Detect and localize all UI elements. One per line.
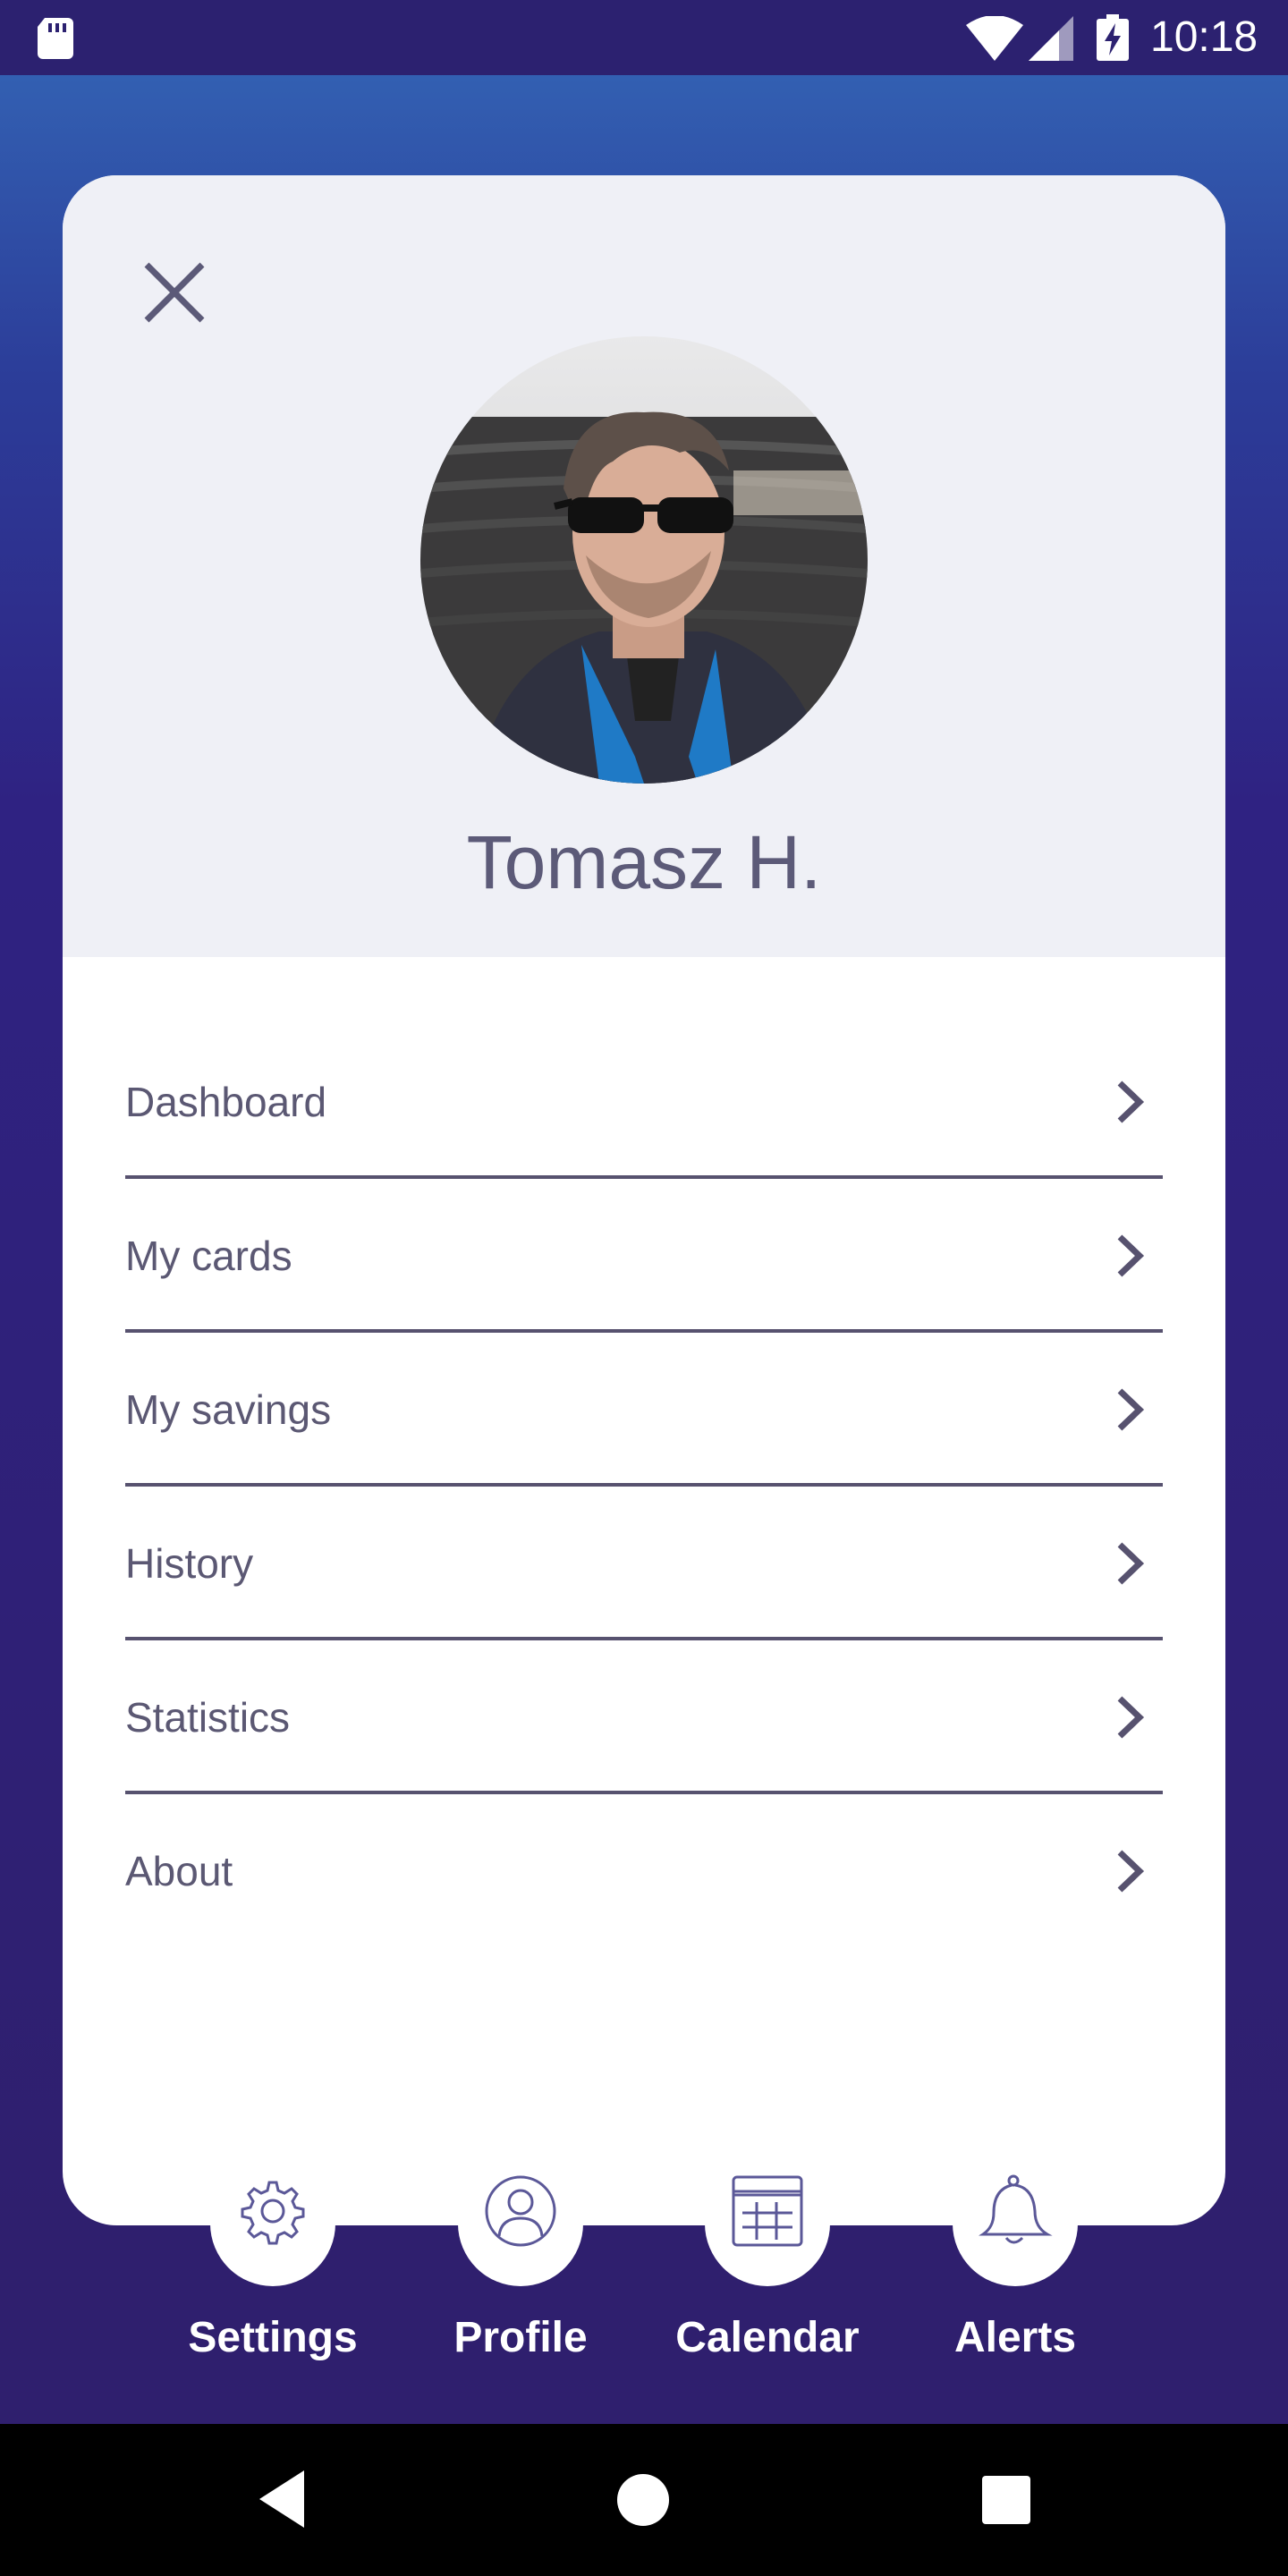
chevron-right-icon [1117, 1234, 1145, 1277]
menu-item-statistics[interactable]: Statistics [125, 1640, 1163, 1794]
calendar-icon [732, 2175, 803, 2247]
close-icon [144, 262, 205, 323]
menu-item-my-savings[interactable]: My savings [125, 1333, 1163, 1487]
chevron-right-icon [1117, 1696, 1145, 1739]
menu-item-history[interactable]: History [125, 1487, 1163, 1640]
system-nav-bar [0, 2424, 1288, 2576]
menu-item-label: My cards [125, 1233, 292, 1279]
nav-settings[interactable]: Settings [157, 2181, 389, 2397]
nav-icon-circle [953, 2174, 1078, 2286]
nav-label: Calendar [675, 2314, 860, 2361]
menu-item-label: About [125, 1848, 233, 1894]
chevron-right-icon [1117, 1542, 1145, 1585]
gear-icon [241, 2181, 305, 2245]
back-icon[interactable] [259, 2470, 304, 2528]
user-name: Tomasz H. [466, 820, 822, 904]
menu-item-about[interactable]: About [125, 1794, 1163, 1948]
user-icon [485, 2175, 556, 2247]
signal-icon [1029, 16, 1073, 61]
menu-item-label: Dashboard [125, 1079, 327, 1125]
close-button[interactable] [134, 252, 215, 333]
nav-icon-circle [458, 2175, 583, 2286]
battery-charging-icon [1097, 14, 1129, 61]
sd-card-icon [38, 18, 73, 59]
nav-label: Profile [453, 2314, 588, 2361]
nav-icon-circle [210, 2181, 335, 2286]
status-time: 10:18 [1150, 13, 1258, 61]
wifi-icon [966, 16, 1023, 61]
menu-item-label: History [125, 1540, 254, 1587]
nav-label: Alerts [953, 2314, 1077, 2361]
avatar[interactable] [420, 336, 868, 784]
drawer-card: Tomasz H. Dashboard My cards My savings … [63, 175, 1225, 2225]
nav-profile[interactable]: Profile [404, 2175, 637, 2397]
chevron-right-icon [1117, 1850, 1145, 1893]
home-icon[interactable] [617, 2474, 669, 2526]
menu-item-label: Statistics [125, 1694, 291, 1741]
bell-icon [979, 2174, 1053, 2244]
nav-alerts[interactable]: Alerts [899, 2174, 1131, 2397]
recents-icon[interactable] [982, 2476, 1030, 2524]
nav-icon-circle [705, 2175, 830, 2286]
chevron-right-icon [1117, 1388, 1145, 1431]
menu-item-label: My savings [125, 1386, 332, 1433]
nav-calendar[interactable]: Calendar [651, 2175, 884, 2397]
menu-item-dashboard[interactable]: Dashboard [125, 1025, 1163, 1179]
bottom-nav: Settings Profile Calendar Alerts [0, 2174, 1288, 2424]
menu-item-my-cards[interactable]: My cards [125, 1179, 1163, 1333]
menu-list: Dashboard My cards My savings History St… [125, 1025, 1163, 1948]
nav-label: Settings [188, 2314, 358, 2361]
avatar-photo [420, 336, 868, 784]
chevron-right-icon [1117, 1080, 1145, 1123]
status-bar: 10:18 [0, 0, 1288, 75]
drawer-header: Tomasz H. [63, 175, 1225, 957]
